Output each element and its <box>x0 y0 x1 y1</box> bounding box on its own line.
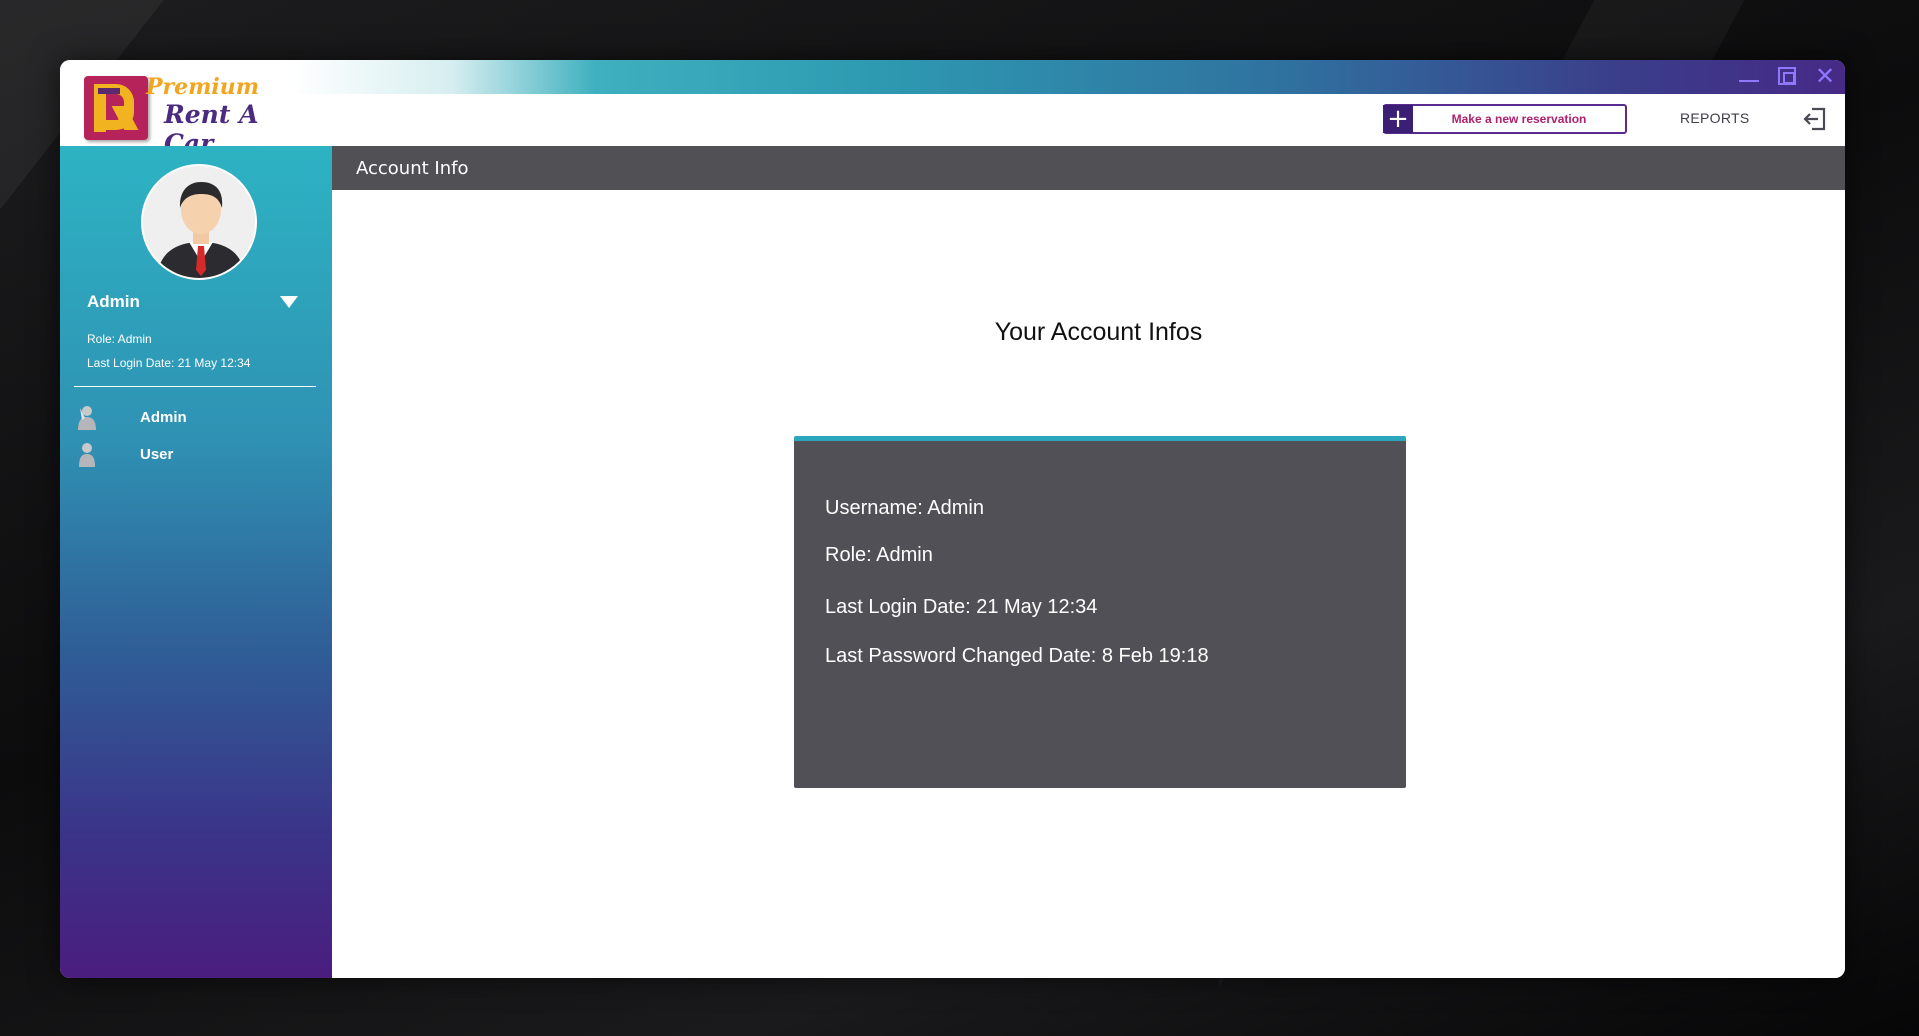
card-username: Username: Admin <box>825 497 984 519</box>
top-header: Premium Rent A Car + Make a new reservat… <box>60 74 1845 158</box>
sidebar-last-login: Last Login Date: 21 May 12:34 <box>87 356 251 370</box>
sidebar-user-role: Role: Admin <box>87 332 152 346</box>
reports-link[interactable]: REPORTS <box>1680 110 1750 126</box>
close-icon: ✕ <box>1814 62 1836 90</box>
sidebar-item-admin[interactable]: Admin <box>76 402 316 432</box>
new-reservation-button[interactable]: + Make a new reservation <box>1383 104 1627 134</box>
sidebar-user-name: Admin <box>87 292 140 311</box>
page-heading: Your Account Infos <box>994 318 1203 346</box>
new-reservation-label: Make a new reservation <box>1451 112 1587 126</box>
sidebar-item-label: User <box>140 445 174 463</box>
close-button[interactable]: ✕ <box>1813 64 1837 88</box>
app-logo: Premium Rent A Car <box>84 70 304 158</box>
sidebar-item-label: Admin <box>140 408 187 426</box>
plus-icon: + <box>1383 105 1413 133</box>
sidebar-divider <box>74 386 316 387</box>
minimize-button[interactable] <box>1737 64 1761 88</box>
logout-icon[interactable] <box>1802 106 1828 132</box>
minimize-icon <box>1739 80 1759 82</box>
card-last-password-change: Last Password Changed Date: 8 Feb 19:18 <box>825 645 1209 667</box>
card-role: Role: Admin <box>825 544 933 566</box>
maximize-button[interactable] <box>1775 64 1799 88</box>
section-header: Account Info <box>332 146 1845 190</box>
sidebar-item-user[interactable]: User <box>76 439 316 469</box>
card-last-login: Last Login Date: 21 May 12:34 <box>825 596 1098 618</box>
user-dropdown-icon[interactable] <box>280 296 298 308</box>
logo-text-premium: Premium <box>146 74 260 100</box>
user-icon <box>76 441 98 467</box>
logo-key-icon <box>98 88 120 94</box>
main-content: Account Info Your Account Infos Username… <box>332 146 1845 978</box>
title-bar: ✕ <box>60 60 1845 94</box>
section-title: Account Info <box>356 158 469 179</box>
maximize-icon <box>1778 67 1796 85</box>
sidebar: Admin Role: Admin Last Login Date: 21 Ma… <box>60 146 332 978</box>
user-avatar <box>141 164 257 280</box>
window-controls: ✕ <box>1737 64 1837 88</box>
account-info-card: Username: Admin Role: Admin Last Login D… <box>794 436 1406 788</box>
admin-user-icon <box>76 404 98 430</box>
app-window: ✕ Premium Rent A Car + Make a new reserv… <box>60 60 1845 978</box>
